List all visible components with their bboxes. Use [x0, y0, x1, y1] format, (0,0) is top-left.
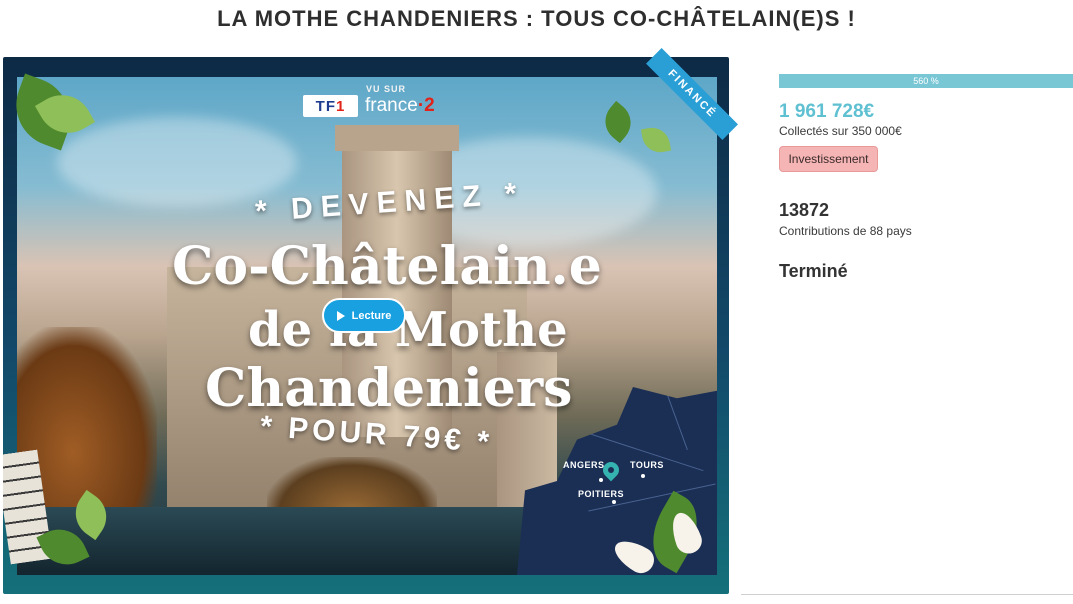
seen-on-label: VU SUR [366, 84, 407, 94]
contributions-text: Contributions de 88 pays [779, 224, 912, 238]
amount-raised: 1 961 728€ [779, 101, 875, 122]
campaign-status: Terminé [779, 261, 848, 281]
map-city-poitiers: POITIERS [578, 489, 625, 499]
map-city-dot [599, 478, 603, 482]
funding-progress-label: 560 % [913, 76, 939, 86]
play-video-button[interactable]: Lecture [322, 298, 406, 333]
map-city-dot [641, 474, 645, 478]
play-icon [336, 310, 345, 321]
france2-logo: france·2 [365, 95, 435, 117]
france2-logo-number: ·2 [417, 95, 435, 116]
page-title: LA MOTHE CHANDENIERS : TOUS CO-CHÂTELAIN… [217, 6, 856, 31]
tf1-logo: TF 1 [303, 95, 358, 117]
tf1-logo-number: 1 [335, 97, 346, 115]
contributions-count: 13872 [779, 200, 830, 220]
poster-headline-line-2: de la Mothe [248, 302, 568, 358]
category-badge[interactable]: Investissement [779, 146, 878, 172]
cloud-shape [57, 117, 297, 207]
poster-headline-line-3: Chandeniers [205, 358, 573, 419]
map-city-angers: ANGERS [563, 460, 605, 470]
france2-logo-text: france [365, 95, 418, 116]
tf1-logo-text: TF [315, 97, 336, 115]
poster-headline-line-1: Co-Châtelain.e [172, 236, 602, 297]
map-border-line [656, 387, 688, 450]
castle-crown [335, 125, 459, 151]
funding-goal-text: Collectés sur 350 000€ [779, 124, 902, 138]
map-city-tours: TOURS [630, 460, 664, 470]
map-city-dot [612, 500, 616, 504]
play-button-label: Lecture [351, 309, 392, 322]
divider [741, 594, 1073, 595]
